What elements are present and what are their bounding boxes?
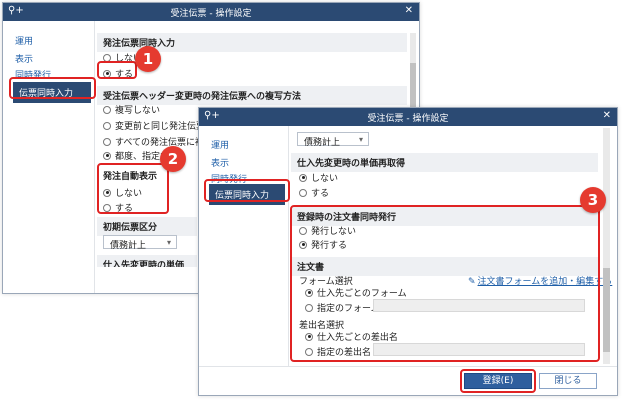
radio-copy-all[interactable]: すべての発注伝票に複写 [103, 135, 213, 148]
front-window: ⚲+ 受注伝票 - 操作設定 ✕ 運用 表示 同時発行 伝票同時入力 債務計上 … [198, 107, 618, 396]
highlight-back-sidebar [9, 77, 96, 99]
top-class-select[interactable]: 債務計上 ▾ [297, 132, 369, 148]
radio-selected-icon [103, 151, 111, 160]
radio-label: しない [311, 174, 339, 184]
radio-icon [103, 137, 111, 146]
back-titlebar: ⚲+ 受注伝票 - 操作設定 ✕ [3, 3, 419, 21]
front-sidebar-item-display[interactable]: 表示 [211, 156, 229, 169]
price-refetch-header: 仕入先変更時の単価再取得 [291, 153, 598, 172]
front-scrollbar[interactable] [603, 128, 610, 364]
front-sidebar-item-operation[interactable]: 運用 [211, 138, 229, 151]
initial-class-header: 初期伝票区分 [97, 217, 197, 236]
highlight-auto-display [97, 163, 169, 214]
back-sidebar-item-operation[interactable]: 運用 [15, 34, 33, 47]
close-icon[interactable]: ✕ [405, 5, 413, 16]
front-titlebar: ⚲+ 受注伝票 - 操作設定 ✕ [199, 108, 617, 126]
highlight-front-sidebar [204, 179, 290, 202]
front-scrollbar-thumb[interactable] [603, 268, 610, 352]
step-badge-3: 3 [580, 187, 606, 213]
chevron-down-icon: ▾ [358, 135, 363, 144]
radio-icon [299, 188, 307, 197]
radio-selected-icon [299, 173, 307, 182]
select-value: 債務計上 [304, 138, 341, 148]
front-window-title: 受注伝票 - 操作設定 [367, 114, 449, 124]
radio-refetch-off[interactable]: しない [299, 171, 338, 184]
initial-class-select[interactable]: 債務計上 ▾ [103, 235, 177, 251]
close-button[interactable]: 閉じる [539, 373, 597, 389]
back-sidebar-item-display[interactable]: 表示 [15, 52, 33, 65]
back-window-title: 受注伝票 - 操作設定 [170, 9, 252, 19]
highlight-simultaneous-input [97, 61, 137, 79]
highlight-order-settings [290, 205, 600, 362]
highlight-register-button [460, 369, 536, 393]
radio-refetch-on[interactable]: する [299, 186, 329, 199]
radio-no-copy[interactable]: 複写しない [103, 103, 160, 116]
step-badge-1: 1 [135, 46, 161, 72]
radio-label: する [311, 189, 330, 199]
close-icon[interactable]: ✕ [603, 110, 611, 121]
chevron-down-icon: ▾ [166, 238, 171, 247]
cut-section-header: 仕入先変更時の単価再取得 [97, 255, 197, 267]
radio-label: 複写しない [115, 106, 161, 116]
step-badge-2: 2 [160, 146, 186, 172]
select-value: 債務計上 [110, 241, 147, 251]
radio-icon [103, 105, 111, 114]
radio-icon [103, 121, 111, 130]
